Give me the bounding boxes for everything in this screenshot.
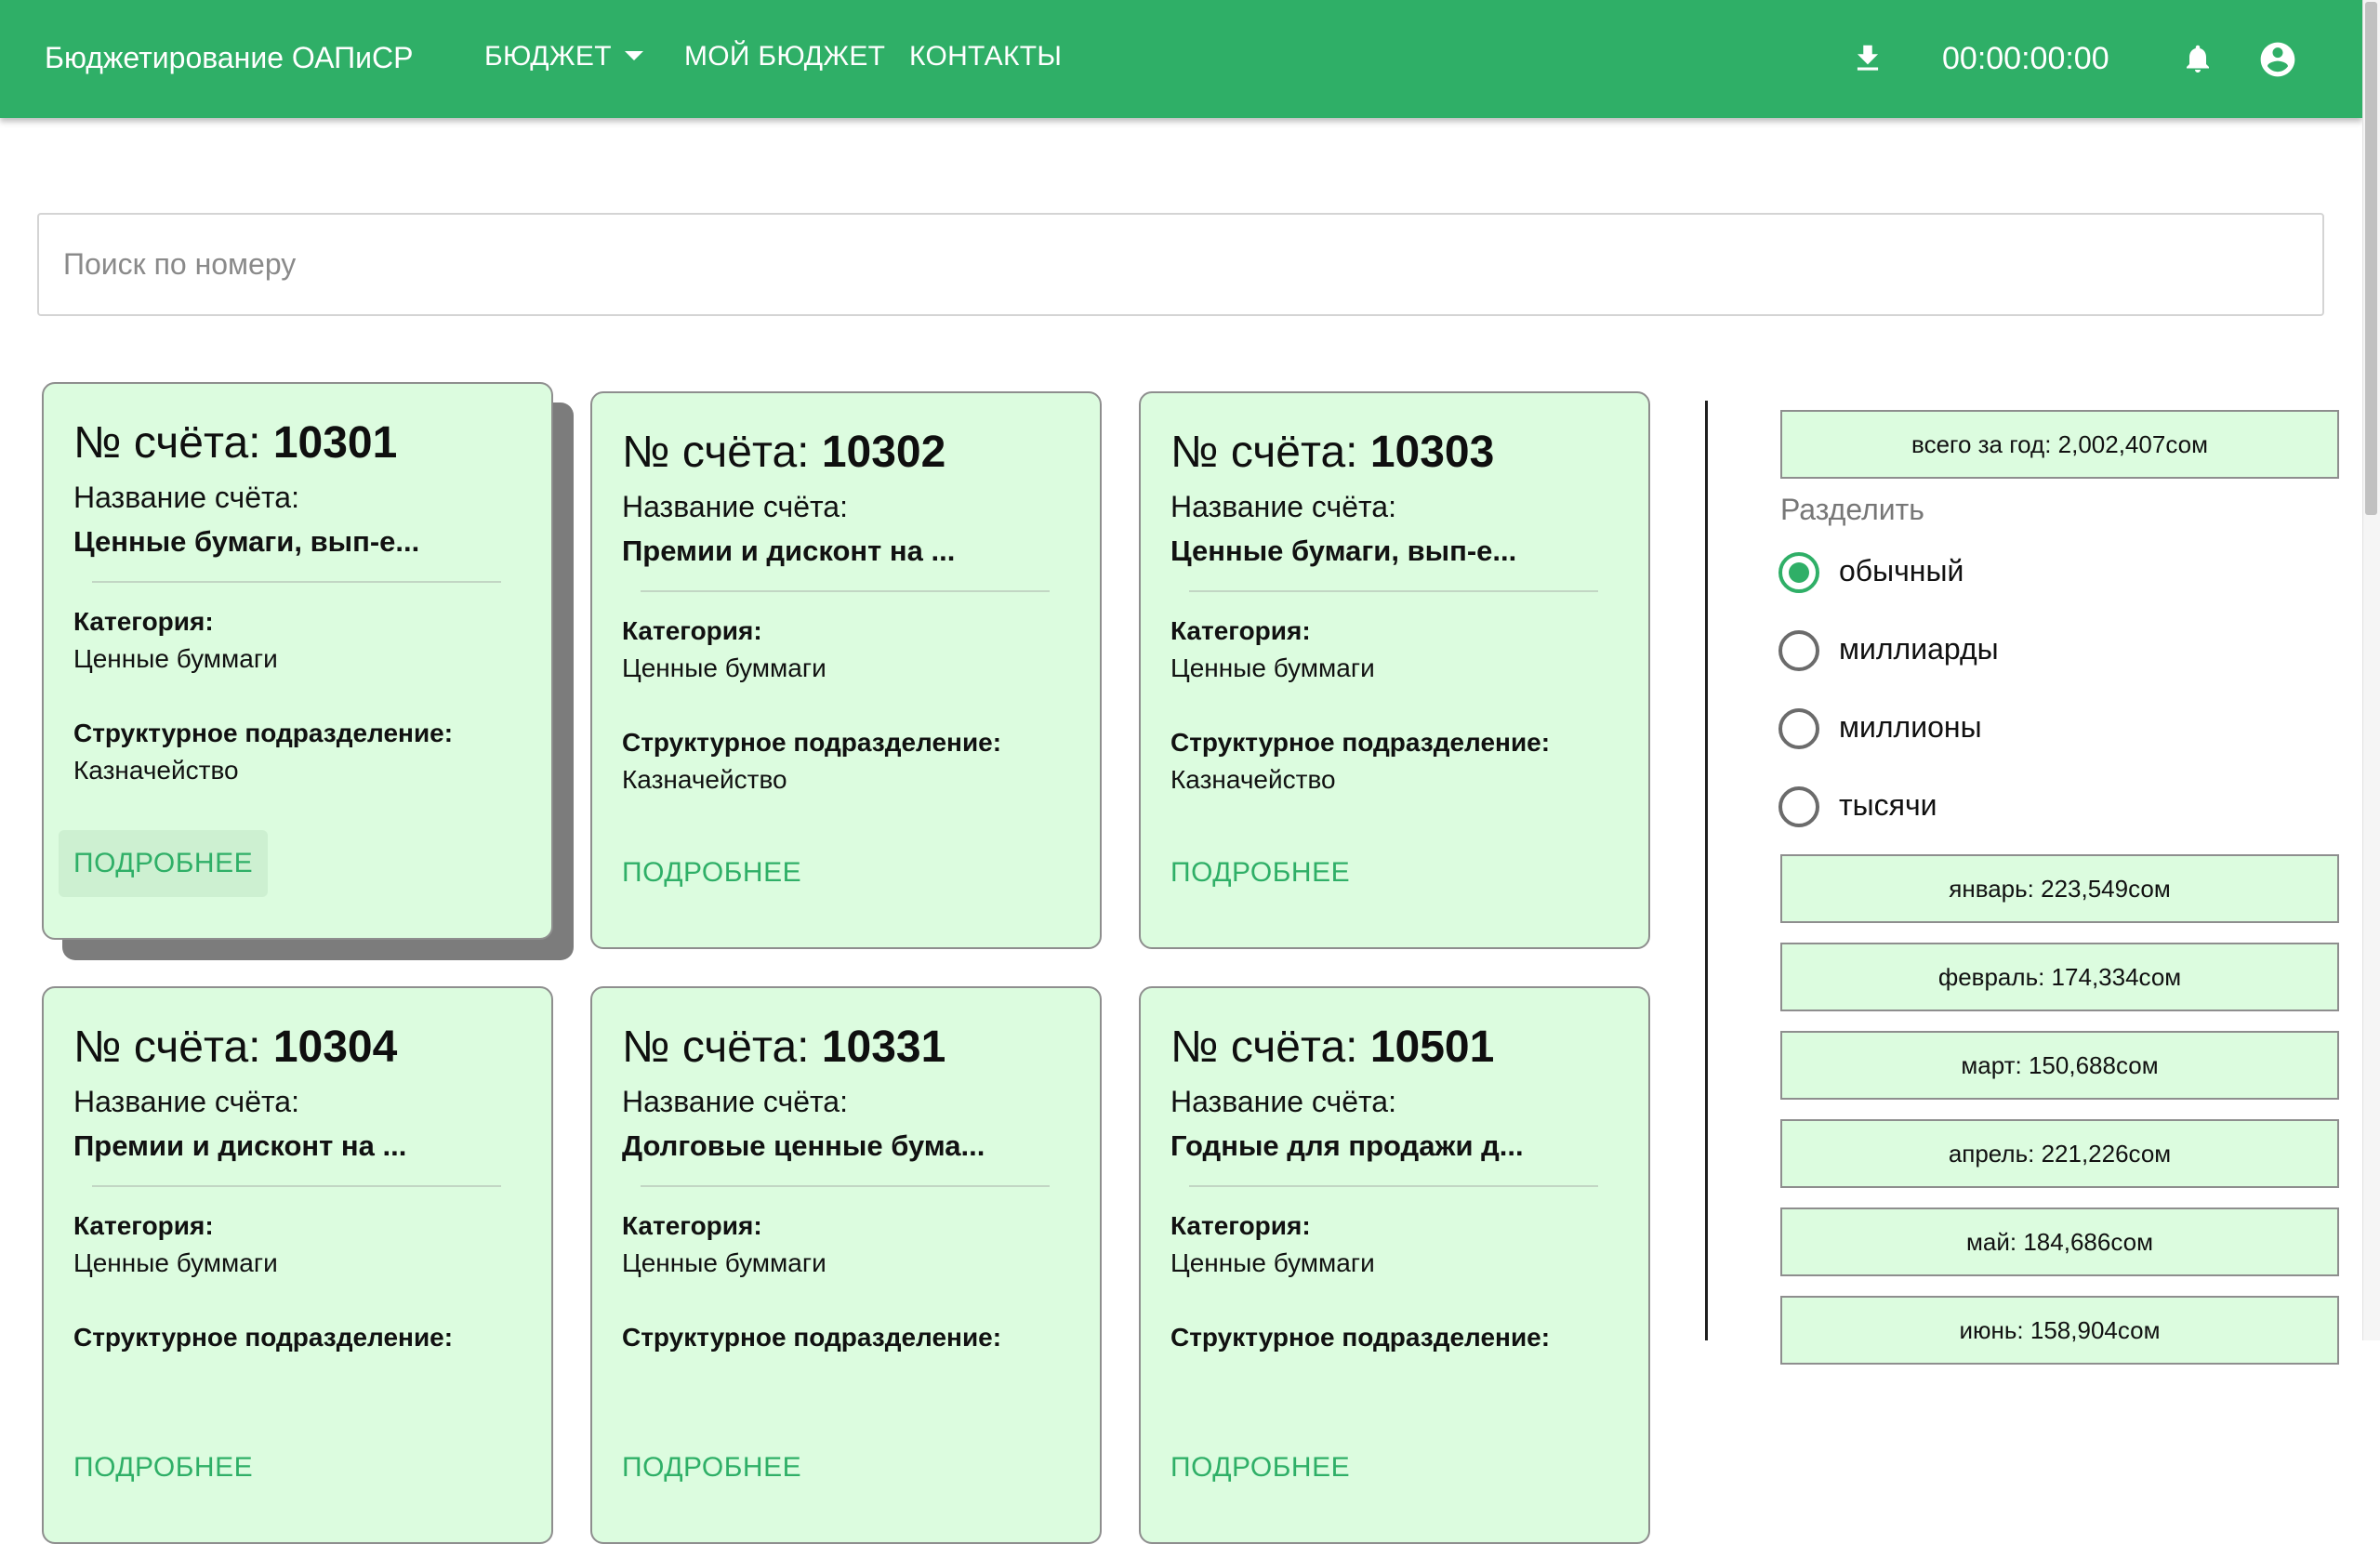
card-name-label: Название счёта: — [1170, 490, 1396, 523]
card-account-name: Премии и дисконт на ... — [622, 534, 956, 567]
month-total-feb: февраль: 174,334сом — [1780, 943, 2339, 1011]
chevron-down-icon — [624, 51, 643, 61]
card-number-prefix: № счёта: — [1170, 428, 1370, 477]
account-card: № счёта: 10301 Название счёта: Ценные бума… — [42, 382, 553, 940]
card-divider — [1189, 590, 1598, 592]
nav-budget-label: БЮДЖЕТ — [484, 41, 612, 72]
card-struct-value: Казначейство — [73, 756, 239, 785]
card-struct-label: Структурное подразделение: — [622, 1323, 1002, 1352]
card-category-label: Категория: — [73, 607, 214, 636]
card-category-value: Ценные буммаги — [73, 644, 278, 673]
session-timer: 00:00:00:00 — [1942, 41, 2109, 76]
card-category-value: Ценные буммаги — [73, 1248, 278, 1277]
card-name-label: Название счёта: — [73, 481, 299, 514]
card-account-number: № счёта: 10304 — [73, 1022, 397, 1073]
card-account-name: Долговые ценные бума... — [622, 1129, 985, 1162]
card-more-button[interactable]: ПОДРОБНЕЕ — [59, 1434, 268, 1501]
card-more-button[interactable]: ПОДРОБНЕЕ — [607, 1434, 816, 1501]
card-name-label: Название счёта: — [622, 490, 848, 523]
card-divider — [641, 1185, 1050, 1187]
month-total-mar: март: 150,688сом — [1780, 1031, 2339, 1100]
card-account-number: № счёта: 10303 — [1170, 427, 1494, 478]
radio-millions-label[interactable]: миллионы — [1839, 710, 1982, 745]
card-number-prefix: № счёта: — [622, 1023, 822, 1072]
radio-normal-label[interactable]: обычный — [1839, 554, 1964, 588]
card-struct-label: Структурное подразделение: — [622, 728, 1002, 757]
month-total-may: май: 184,686сом — [1780, 1207, 2339, 1276]
account-card: № счёта: 10303 Название счёта: Ценные бума… — [1139, 391, 1650, 949]
card-struct-label: Структурное подразделение: — [73, 1323, 454, 1352]
month-total-apr: апрель: 221,226сом — [1780, 1119, 2339, 1188]
card-number-value: 10331 — [821, 1023, 946, 1072]
account-card: № счёта: 10304 Название счёта: Премии и ди… — [42, 986, 553, 1544]
vertical-divider — [1705, 401, 1708, 1340]
card-more-button[interactable]: ПОДРОБНЕЕ — [1156, 1434, 1365, 1501]
radio-thousands[interactable] — [1778, 786, 1819, 827]
card-account-number: № счёта: 10501 — [1170, 1022, 1494, 1073]
card-more-button[interactable]: ПОДРОБНЕЕ — [1156, 839, 1365, 906]
month-total-jun: июнь: 158,904сом — [1780, 1296, 2339, 1365]
card-divider — [641, 590, 1050, 592]
card-struct-value: Казначейство — [622, 765, 787, 794]
download-icon[interactable] — [1850, 41, 1885, 76]
card-category-value: Ценные буммаги — [622, 653, 826, 682]
card-account-name: Ценные бумаги, вып-е... — [1170, 534, 1517, 567]
nav-contacts[interactable]: КОНТАКТЫ — [909, 41, 1062, 73]
account-card: № счёта: 10331 Название счёта: Долговые це… — [590, 986, 1102, 1544]
card-category-label: Категория: — [1170, 1211, 1311, 1240]
app-bar: Бюджетирование ОАПиСР БЮДЖЕТ МОЙ БЮДЖЕТ … — [0, 0, 2362, 118]
card-divider — [92, 581, 501, 583]
card-number-prefix: № счёта: — [73, 418, 273, 468]
card-category-label: Категория: — [622, 616, 762, 645]
radio-millions[interactable] — [1778, 708, 1819, 749]
card-number-value: 10303 — [1369, 428, 1495, 477]
radio-billions[interactable] — [1778, 630, 1819, 671]
scrollbar-thumb[interactable] — [2365, 2, 2377, 515]
card-name-label: Название счёта: — [73, 1085, 299, 1118]
card-name-label: Название счёта: — [622, 1085, 848, 1118]
month-total-jan: январь: 223,549сом — [1780, 854, 2339, 923]
card-category-label: Категория: — [73, 1211, 214, 1240]
card-account-number: № счёта: 10301 — [73, 417, 397, 468]
app-brand-title[interactable]: Бюджетирование ОАПиСР — [45, 41, 413, 75]
radio-billions-label[interactable]: миллиарды — [1839, 632, 1999, 666]
card-number-prefix: № счёта: — [73, 1023, 273, 1072]
card-number-prefix: № счёта: — [622, 428, 822, 477]
card-account-name: Премии и дисконт на ... — [73, 1129, 407, 1162]
account-circle-icon[interactable] — [2257, 39, 2298, 80]
nav-budget-menu[interactable]: БЮДЖЕТ — [484, 41, 643, 73]
bell-icon[interactable] — [2181, 39, 2215, 78]
card-category-value: Ценные буммаги — [1170, 1248, 1375, 1277]
split-label: Разделить — [1780, 493, 1924, 526]
card-struct-label: Структурное подразделение: — [1170, 728, 1551, 757]
card-more-button[interactable]: ПОДРОБНЕЕ — [59, 830, 269, 897]
card-number-value: 10501 — [1369, 1023, 1495, 1072]
account-card: № счёта: 10302 Название счёта: Премии и ди… — [590, 391, 1102, 949]
card-struct-value: Казначейство — [1170, 765, 1336, 794]
card-divider — [1189, 1185, 1598, 1187]
card-more-button[interactable]: ПОДРОБНЕЕ — [607, 839, 816, 906]
card-category-label: Категория: — [1170, 616, 1311, 645]
search-input[interactable] — [37, 213, 2324, 316]
card-number-value: 10302 — [821, 428, 946, 477]
nav-my-budget[interactable]: МОЙ БЮДЖЕТ — [684, 41, 885, 73]
card-number-value: 10304 — [272, 1023, 398, 1072]
card-account-name: Ценные бумаги, вып-е... — [73, 525, 420, 558]
card-number-value: 10301 — [272, 418, 398, 468]
radio-thousands-label[interactable]: тысячи — [1839, 788, 1937, 823]
radio-normal[interactable] — [1778, 552, 1819, 593]
card-account-number: № счёта: 10302 — [622, 427, 945, 478]
card-account-name: Годные для продажи д... — [1170, 1129, 1524, 1162]
card-category-value: Ценные буммаги — [1170, 653, 1375, 682]
card-divider — [92, 1185, 501, 1187]
card-number-prefix: № счёта: — [1170, 1023, 1370, 1072]
year-total: всего за год: 2,002,407сом — [1780, 410, 2339, 479]
card-account-number: № счёта: 10331 — [622, 1022, 945, 1073]
card-category-value: Ценные буммаги — [622, 1248, 826, 1277]
card-struct-label: Структурное подразделение: — [73, 719, 454, 747]
card-category-label: Категория: — [622, 1211, 762, 1240]
account-card: № счёта: 10501 Название счёта: Годные для … — [1139, 986, 1650, 1544]
card-name-label: Название счёта: — [1170, 1085, 1396, 1118]
card-struct-label: Структурное подразделение: — [1170, 1323, 1551, 1352]
